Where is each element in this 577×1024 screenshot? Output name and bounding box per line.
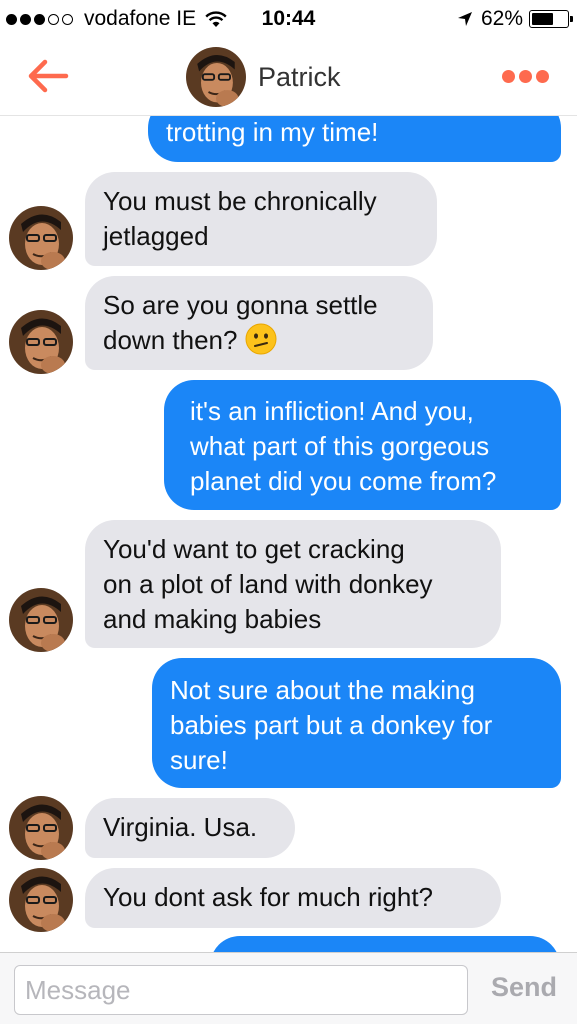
message-text: sure!	[170, 745, 228, 775]
contact-name[interactable]: Patrick	[258, 62, 341, 93]
message-text: You dont ask for much right?	[103, 882, 434, 912]
message-text: trotting in my time!	[166, 117, 379, 147]
message-composer: Send	[0, 952, 577, 1024]
avatar[interactable]	[9, 310, 73, 374]
status-right: 62%	[457, 7, 573, 31]
message-text: Not sure about the making	[170, 675, 475, 705]
avatar[interactable]	[9, 206, 73, 270]
battery-percent: 62%	[480, 7, 523, 30]
message-bubble-incoming[interactable]: So are you gonna settle down then?	[85, 276, 433, 370]
send-button[interactable]: Send	[491, 972, 557, 1003]
message-text: it's an infliction! And you,	[190, 396, 474, 426]
message-input[interactable]	[14, 965, 468, 1015]
message-bubble-incoming[interactable]: You must be chronically jetlagged	[85, 172, 437, 266]
status-bar: vodafone IE 10:44 62%	[0, 0, 577, 40]
message-text: You must be chronically	[103, 186, 377, 216]
message-text: on a plot of land with donkey	[103, 569, 433, 599]
message-text: Virginia. Usa.	[103, 812, 258, 842]
battery-icon	[529, 10, 573, 28]
message-text: jetlagged	[103, 221, 209, 251]
message-text: You'd want to get cracking	[103, 534, 405, 564]
avatar[interactable]	[9, 588, 73, 652]
message-text: what part of this gorgeous	[190, 431, 490, 461]
message-bubble-incoming[interactable]: You'd want to get cracking on a plot of …	[85, 520, 501, 648]
chat-header: Patrick	[0, 40, 577, 116]
message-thread[interactable]: trotting in my time! You must be chronic…	[0, 116, 577, 952]
message-text: down then?	[103, 325, 238, 355]
message-bubble-outgoing[interactable]: it's an infliction! And you, what part o…	[164, 380, 561, 510]
message-text: babies part but a donkey for	[170, 710, 493, 740]
message-bubble-outgoing[interactable]: trotting in my time!	[148, 116, 561, 162]
message-bubble-outgoing-partial[interactable]	[210, 936, 560, 952]
message-text: planet did you come from?	[190, 466, 497, 496]
battery-fill	[532, 13, 554, 25]
message-text: So are you gonna settle	[103, 290, 378, 320]
more-dots-icon[interactable]	[498, 70, 549, 83]
back-arrow-icon[interactable]	[26, 58, 70, 94]
location-arrow-icon	[457, 12, 472, 26]
message-bubble-incoming[interactable]: Virginia. Usa.	[85, 798, 295, 858]
message-bubble-outgoing[interactable]: Not sure about the making babies part bu…	[152, 658, 561, 788]
message-text: and making babies	[103, 604, 322, 634]
message-bubble-incoming[interactable]: You dont ask for much right?	[85, 868, 501, 928]
contact-header[interactable]: Patrick	[186, 47, 341, 107]
avatar[interactable]	[186, 47, 246, 107]
avatar[interactable]	[9, 868, 73, 932]
avatar[interactable]	[9, 796, 73, 860]
confused-face-emoji-icon	[245, 323, 277, 355]
